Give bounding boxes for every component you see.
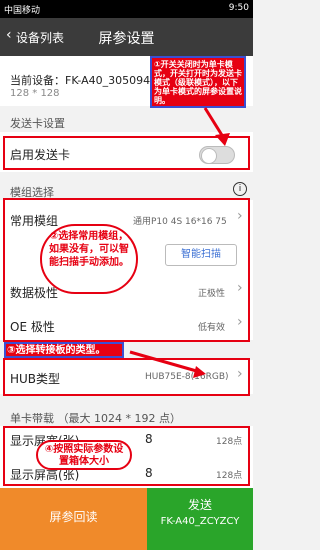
arrow-2 bbox=[129, 350, 201, 374]
arrow-head-1 bbox=[215, 133, 230, 146]
arrows-overlay bbox=[129, 107, 230, 378]
arrow-head-2 bbox=[193, 366, 206, 378]
